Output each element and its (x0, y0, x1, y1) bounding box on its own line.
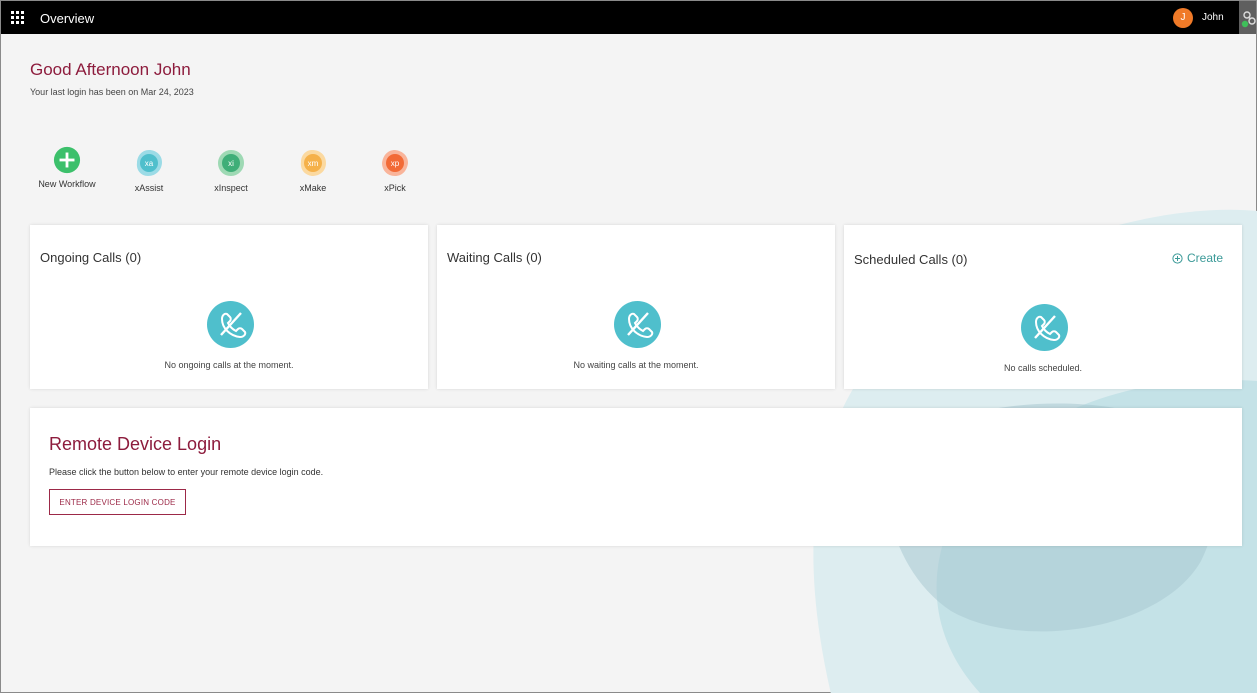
remote-device-login-title: Remote Device Login (49, 434, 222, 454)
no-calls-icon (1021, 304, 1068, 351)
scheduled-calls-title: Scheduled Calls (0) (854, 252, 968, 267)
no-calls-icon (207, 301, 254, 348)
xpick-app-icon: xp (382, 150, 408, 176)
xmake-label: xMake (299, 183, 327, 193)
app-xinspect[interactable]: xi xInspect (191, 148, 271, 193)
xinspect-badge: xi (228, 159, 234, 168)
user-name[interactable]: John (1202, 12, 1224, 23)
ongoing-calls-card: Ongoing Calls (0) No ongoing calls at th… (30, 225, 428, 389)
new-workflow-button[interactable]: New Workflow (27, 146, 107, 189)
add-circle-icon (1172, 252, 1183, 264)
xassist-app-icon: xa (136, 150, 162, 176)
main-content: Good Afternoon John Your last login has … (1, 34, 1256, 692)
enter-device-login-code-button[interactable]: ENTER DEVICE LOGIN CODE (49, 489, 186, 515)
page-title: Overview (40, 11, 95, 26)
create-call-button[interactable]: Create (1172, 251, 1223, 265)
xmake-badge: xm (308, 159, 319, 168)
app-xassist[interactable]: xa xAssist (109, 148, 189, 193)
plus-circle-icon (53, 146, 81, 174)
user-avatar[interactable]: J (1173, 8, 1193, 28)
app-xpick[interactable]: xp xPick (355, 148, 435, 193)
top-bar: Overview J John (1, 1, 1256, 34)
greeting-heading: Good Afternoon John (30, 60, 191, 79)
apps-grid-icon[interactable] (11, 11, 25, 24)
create-label: Create (1187, 251, 1224, 265)
waiting-calls-title: Waiting Calls (0) (447, 250, 542, 265)
xmake-app-icon: xm (300, 150, 326, 176)
scheduled-calls-empty-text: No calls scheduled. (1003, 363, 1083, 373)
waiting-calls-empty-text: No waiting calls at the moment. (573, 360, 699, 370)
xassist-label: xAssist (134, 183, 164, 193)
xpick-badge: xp (391, 159, 400, 168)
remote-device-login-description: Please click the button below to enter y… (49, 467, 324, 477)
xpick-label: xPick (384, 183, 406, 193)
waiting-calls-card: Waiting Calls (0) No waiting calls at th… (437, 225, 835, 389)
connection-status-icon[interactable] (1241, 10, 1256, 28)
app-xmake[interactable]: xm xMake (273, 148, 353, 193)
xinspect-label: xInspect (214, 183, 248, 193)
scheduled-calls-card: Scheduled Calls (0) Create No calls sche… (844, 225, 1242, 389)
xassist-badge: xa (145, 159, 154, 168)
ongoing-calls-empty-text: No ongoing calls at the moment. (164, 360, 294, 370)
ongoing-calls-title: Ongoing Calls (0) (40, 250, 142, 265)
no-calls-icon (614, 301, 661, 348)
xinspect-app-icon: xi (218, 150, 244, 176)
new-workflow-label: New Workflow (38, 179, 96, 189)
remote-device-login-card: Remote Device Login Please click the but… (30, 408, 1242, 546)
last-login-text: Your last login has been on Mar 24, 2023 (30, 87, 194, 97)
